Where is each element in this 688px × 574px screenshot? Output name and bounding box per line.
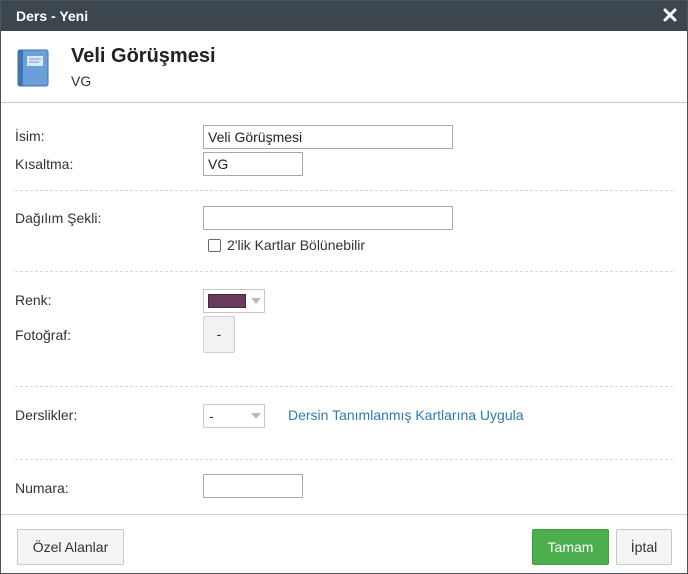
chevron-down-icon (251, 413, 261, 419)
book-icon (17, 49, 49, 87)
separator (15, 271, 673, 272)
close-icon[interactable] (661, 6, 679, 24)
title-bar: Ders - Yeni (1, 1, 687, 31)
split-cards-checkbox[interactable] (208, 238, 221, 252)
ok-button[interactable]: Tamam (532, 529, 609, 565)
color-swatch (208, 294, 246, 308)
distribution-label: Dağılım Şekli: (15, 210, 102, 226)
cancel-button[interactable]: İptal (616, 529, 672, 565)
window-title: Ders - Yeni (16, 8, 89, 24)
rooms-value: - (209, 408, 214, 424)
name-label: İsim: (15, 128, 45, 144)
chevron-down-icon (251, 298, 261, 304)
dialog: Ders - Yeni Veli Görüşmesi VG İsim: Kısa… (0, 0, 688, 574)
number-label: Numara: (15, 480, 69, 496)
color-select[interactable] (203, 289, 265, 313)
rooms-label: Derslikler: (15, 407, 78, 423)
record-name: Veli Görüşmesi (71, 45, 216, 67)
dialog-footer: Özel Alanlar Tamam İptal (1, 514, 687, 573)
short-label: Kısaltma: (15, 156, 74, 172)
separator (15, 459, 673, 460)
distribution-input[interactable] (203, 206, 453, 230)
short-input[interactable] (203, 152, 303, 176)
record-short: VG (71, 73, 92, 89)
custom-fields-button[interactable]: Özel Alanlar (17, 529, 124, 565)
record-header: Veli Görüşmesi VG (1, 31, 687, 103)
separator (15, 386, 673, 387)
split-cards-option[interactable]: 2'lik Kartlar Bölünebilir (208, 237, 365, 253)
apply-to-cards-link[interactable]: Dersin Tanımlanmış Kartlarına Uygula (288, 407, 524, 423)
color-label: Renk: (15, 292, 52, 308)
split-cards-label: 2'lik Kartlar Bölünebilir (227, 237, 366, 253)
photo-button[interactable]: - (203, 316, 235, 353)
photo-label: Fotoğraf: (15, 327, 72, 343)
name-input[interactable] (203, 125, 453, 149)
rooms-select[interactable]: - (203, 404, 265, 428)
number-input[interactable] (203, 474, 303, 498)
separator (15, 190, 673, 191)
